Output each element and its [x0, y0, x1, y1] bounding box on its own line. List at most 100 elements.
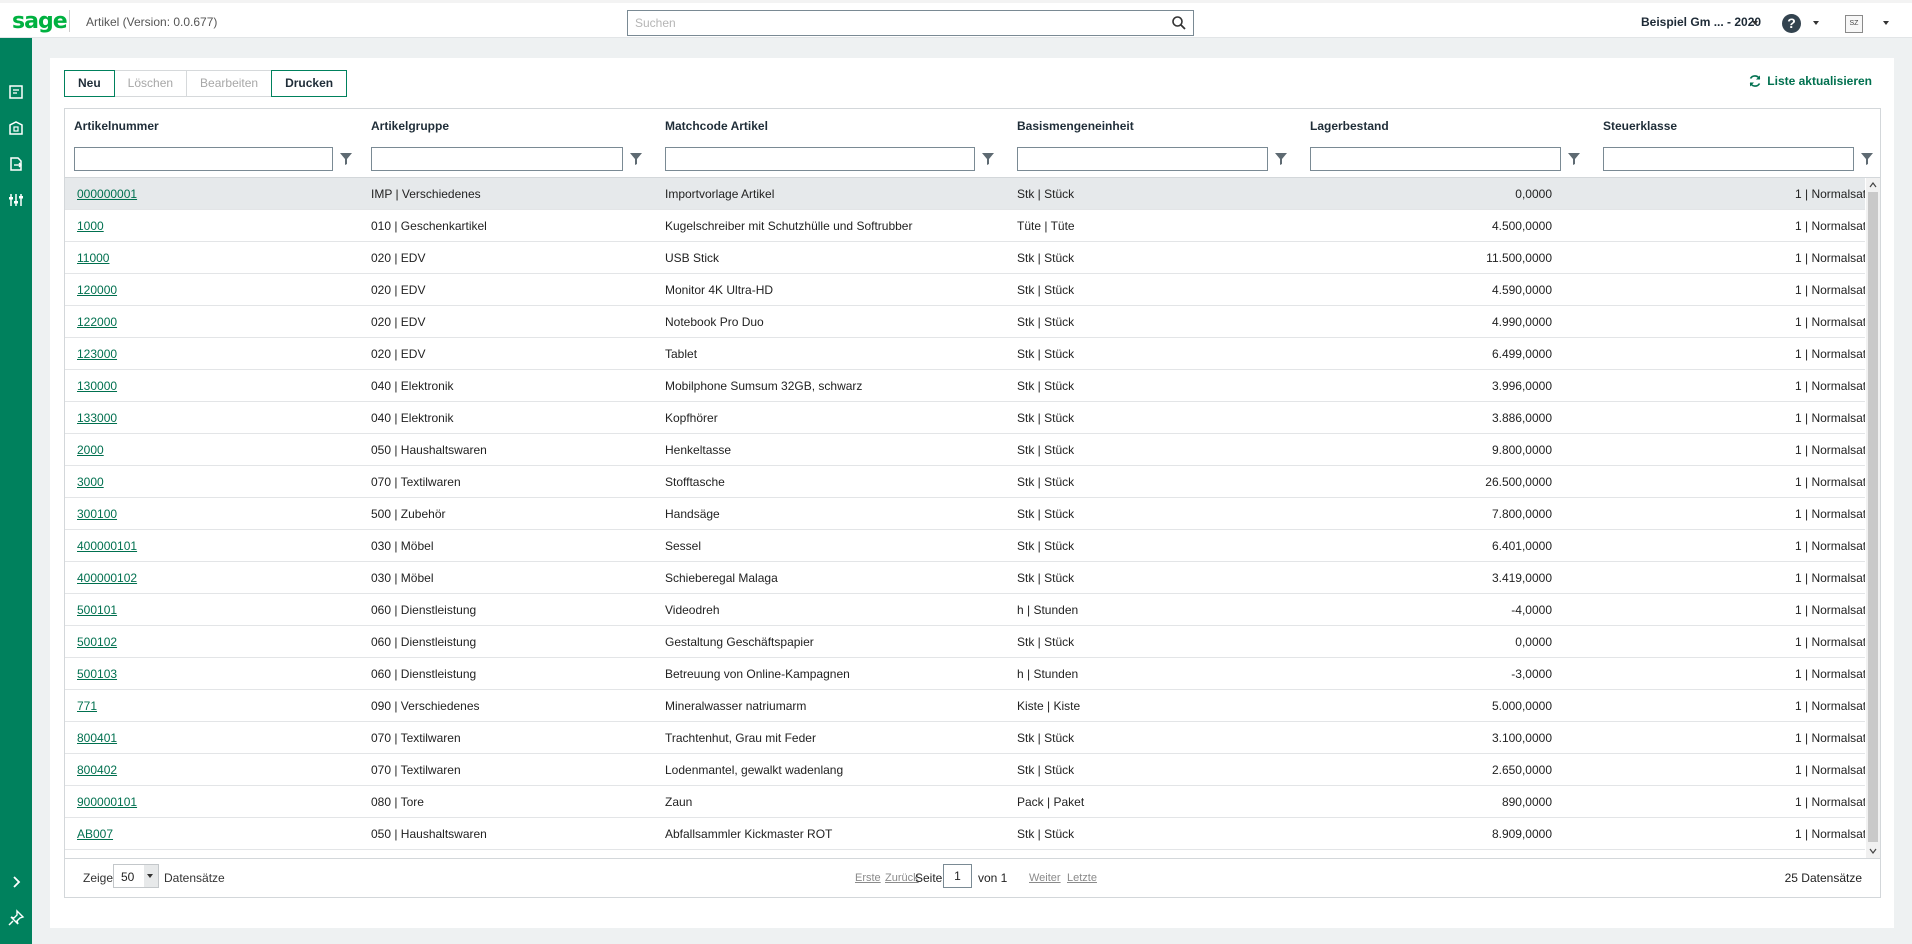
table-row[interactable]: 300100 500 | Zubehör Handsäge Stk | Stück 7.…	[65, 498, 1865, 530]
scrollbar-thumb[interactable]	[1868, 192, 1878, 842]
lagerbestand-cell: 4.990,0000	[1491, 315, 1552, 329]
dropdown-button[interactable]	[144, 865, 158, 887]
table-row[interactable]: 000000001 IMP | Verschiedenes Importvorlag…	[65, 178, 1865, 210]
column-header-steuerklasse[interactable]: Steuerklasse	[1603, 119, 1677, 133]
table-row[interactable]: 133000 040 | Elektronik Kopfhörer Stk | Stü…	[65, 402, 1865, 434]
search-icon[interactable]	[1171, 15, 1187, 31]
export-icon[interactable]	[6, 154, 26, 174]
table-row[interactable]: 3000 070 | Textilwaren Stofftasche Stk | St…	[65, 466, 1865, 498]
next-page-link[interactable]: Weiter	[1029, 872, 1061, 884]
artikelnummer-link[interactable]: AB007	[77, 827, 113, 841]
artikelnummer-link[interactable]: 133000	[77, 411, 117, 425]
table-row[interactable]: 120000 020 | EDV Monitor 4K Ultra-HD Stk | …	[65, 274, 1865, 306]
filter-icon[interactable]	[1861, 153, 1873, 165]
table-row[interactable]: 900000101 080 | Tore Zaun Pack | Paket 890,0…	[65, 786, 1865, 818]
artikelnummer-link[interactable]: 123000	[77, 347, 117, 361]
column-header-artikelgruppe[interactable]: Artikelgruppe	[371, 119, 449, 133]
table-row[interactable]: AB007 050 | Haushaltswaren Abfallsammler K…	[65, 818, 1865, 850]
artikelnummer-link[interactable]: 000000001	[77, 187, 137, 201]
table-row[interactable]: 500102 060 | Dienstleistung Gestaltung Ges…	[65, 626, 1865, 658]
page-size-select[interactable]: 50	[113, 864, 159, 888]
artikelnummer-link[interactable]: 771	[77, 699, 97, 713]
filter-icon[interactable]	[630, 153, 642, 165]
artikelnummer-link[interactable]: 3000	[77, 475, 104, 489]
settings-sliders-icon[interactable]	[6, 190, 26, 210]
table-row[interactable]: 500101 060 | Dienstleistung Videodreh h | S…	[65, 594, 1865, 626]
search-input[interactable]	[628, 11, 1158, 35]
page-number-input[interactable]: 1	[943, 864, 972, 888]
artikelnummer-link[interactable]: 2000	[77, 443, 104, 457]
chevron-down-icon[interactable]	[1813, 21, 1819, 25]
column-header-artikelnummer[interactable]: Artikelnummer	[74, 119, 159, 133]
building-icon[interactable]	[6, 118, 26, 138]
new-button[interactable]: Neu	[64, 70, 115, 97]
artikelgruppe-cell: 020 | EDV	[371, 283, 426, 297]
delete-button[interactable]: Löschen	[113, 70, 188, 97]
side-navigation	[0, 38, 32, 944]
column-header-matchcode[interactable]: Matchcode Artikel	[665, 119, 768, 133]
artikelnummer-link[interactable]: 120000	[77, 283, 117, 297]
table-row[interactable]: 123000 020 | EDV Tablet Stk | Stück 6.499,00…	[65, 338, 1865, 370]
filter-icon[interactable]	[982, 153, 994, 165]
artikelnummer-link[interactable]: 1000	[77, 219, 104, 233]
artikelnummer-link[interactable]: 500102	[77, 635, 117, 649]
matchcode-cell: Betreuung von Online-Kampagnen	[665, 667, 850, 681]
filter-input-steuerklasse[interactable]	[1603, 147, 1854, 171]
filter-input-artikelnummer[interactable]	[74, 147, 333, 171]
table-row[interactable]: AO404010 | GeschenkartikelOsterhase 48 x…	[65, 850, 1865, 858]
artikelnummer-link[interactable]: 800402	[77, 763, 117, 777]
filter-input-basismengeneinheit[interactable]	[1017, 147, 1268, 171]
filter-input-lagerbestand[interactable]	[1310, 147, 1561, 171]
filter-input-artikelgruppe[interactable]	[371, 147, 623, 171]
table-row[interactable]: 800402 070 | Textilwaren Lodenmantel, gewa…	[65, 754, 1865, 786]
table-row[interactable]: 130000 040 | Elektronik Mobilphone Sumsum …	[65, 370, 1865, 402]
table-row[interactable]: 400000101 030 | Möbel Sessel Stk | Stück 6.4…	[65, 530, 1865, 562]
table-row[interactable]: 1000 010 | Geschenkartikel Kugelschreiber …	[65, 210, 1865, 242]
lagerbestand-cell: 3.996,0000	[1491, 379, 1552, 393]
table-row[interactable]: 122000 020 | EDV Notebook Pro Duo Stk | Stü…	[65, 306, 1865, 338]
previous-page-link[interactable]: Zurück	[885, 872, 919, 884]
filter-icon[interactable]	[1275, 153, 1287, 165]
chevron-down-icon[interactable]	[1752, 21, 1758, 25]
edit-button[interactable]: Bearbeiten	[186, 70, 273, 97]
artikelnummer-link[interactable]: 400000101	[77, 539, 137, 553]
document-icon[interactable]	[6, 82, 26, 102]
chevron-down-icon[interactable]	[1883, 21, 1889, 25]
print-button[interactable]: Drucken	[271, 70, 348, 97]
artikelnummer-link[interactable]: 500101	[77, 603, 117, 617]
table-row[interactable]: 500103 060 | Dienstleistung Betreuung von …	[65, 658, 1865, 690]
table-row[interactable]: 771 090 | Verschiedenes Mineralwasser natr…	[65, 690, 1865, 722]
company-selector[interactable]: Beispiel Gm ... - 2020	[1641, 15, 1761, 29]
last-page-link[interactable]: Letzte	[1067, 872, 1097, 884]
refresh-list-button[interactable]: Liste aktualisieren	[1748, 74, 1872, 88]
artikelnummer-link[interactable]: 300100	[77, 507, 117, 521]
artikelnummer-link[interactable]: 11000	[77, 251, 109, 265]
artikelnummer-link[interactable]: 122000	[77, 315, 117, 329]
table-row[interactable]: 400000102 030 | Möbel Schieberegal Malaga S…	[65, 562, 1865, 594]
scroll-up-icon[interactable]	[1869, 181, 1877, 189]
column-header-basismengeneinheit[interactable]: Basismengeneinheit	[1017, 119, 1134, 133]
vertical-scrollbar[interactable]	[1866, 178, 1880, 858]
artikelnummer-link[interactable]: 400000102	[77, 571, 137, 585]
filter-icon[interactable]	[340, 153, 352, 165]
artikelnummer-link[interactable]: 900000101	[77, 795, 137, 809]
table-row[interactable]: 11000 020 | EDV USB Stick Stk | Stück 11.500…	[65, 242, 1865, 274]
table-row[interactable]: 2000 050 | Haushaltswaren Henkeltasse Stk |…	[65, 434, 1865, 466]
artikelnummer-link[interactable]: 500103	[77, 667, 117, 681]
filter-icon[interactable]	[1568, 153, 1580, 165]
sage-logo[interactable]: sage	[12, 9, 68, 34]
help-icon[interactable]: ?	[1782, 14, 1801, 33]
artikelnummer-link[interactable]: 130000	[77, 379, 117, 393]
table-row[interactable]: 800401 070 | Textilwaren Trachtenhut, Grau…	[65, 722, 1865, 754]
page-label: Seite	[915, 871, 943, 885]
user-avatar[interactable]: SZ	[1845, 15, 1863, 33]
artikelnummer-link[interactable]: 800401	[77, 731, 117, 745]
pin-icon[interactable]	[6, 908, 26, 928]
filter-input-matchcode[interactable]	[665, 147, 975, 171]
first-page-link[interactable]: Erste	[855, 872, 881, 884]
steuerklasse-cell: 1 | Normalsat	[1795, 571, 1865, 585]
search-box[interactable]	[627, 10, 1194, 36]
expand-icon[interactable]	[6, 872, 26, 892]
scroll-down-icon[interactable]	[1869, 847, 1877, 855]
column-header-lagerbestand[interactable]: Lagerbestand	[1310, 119, 1389, 133]
